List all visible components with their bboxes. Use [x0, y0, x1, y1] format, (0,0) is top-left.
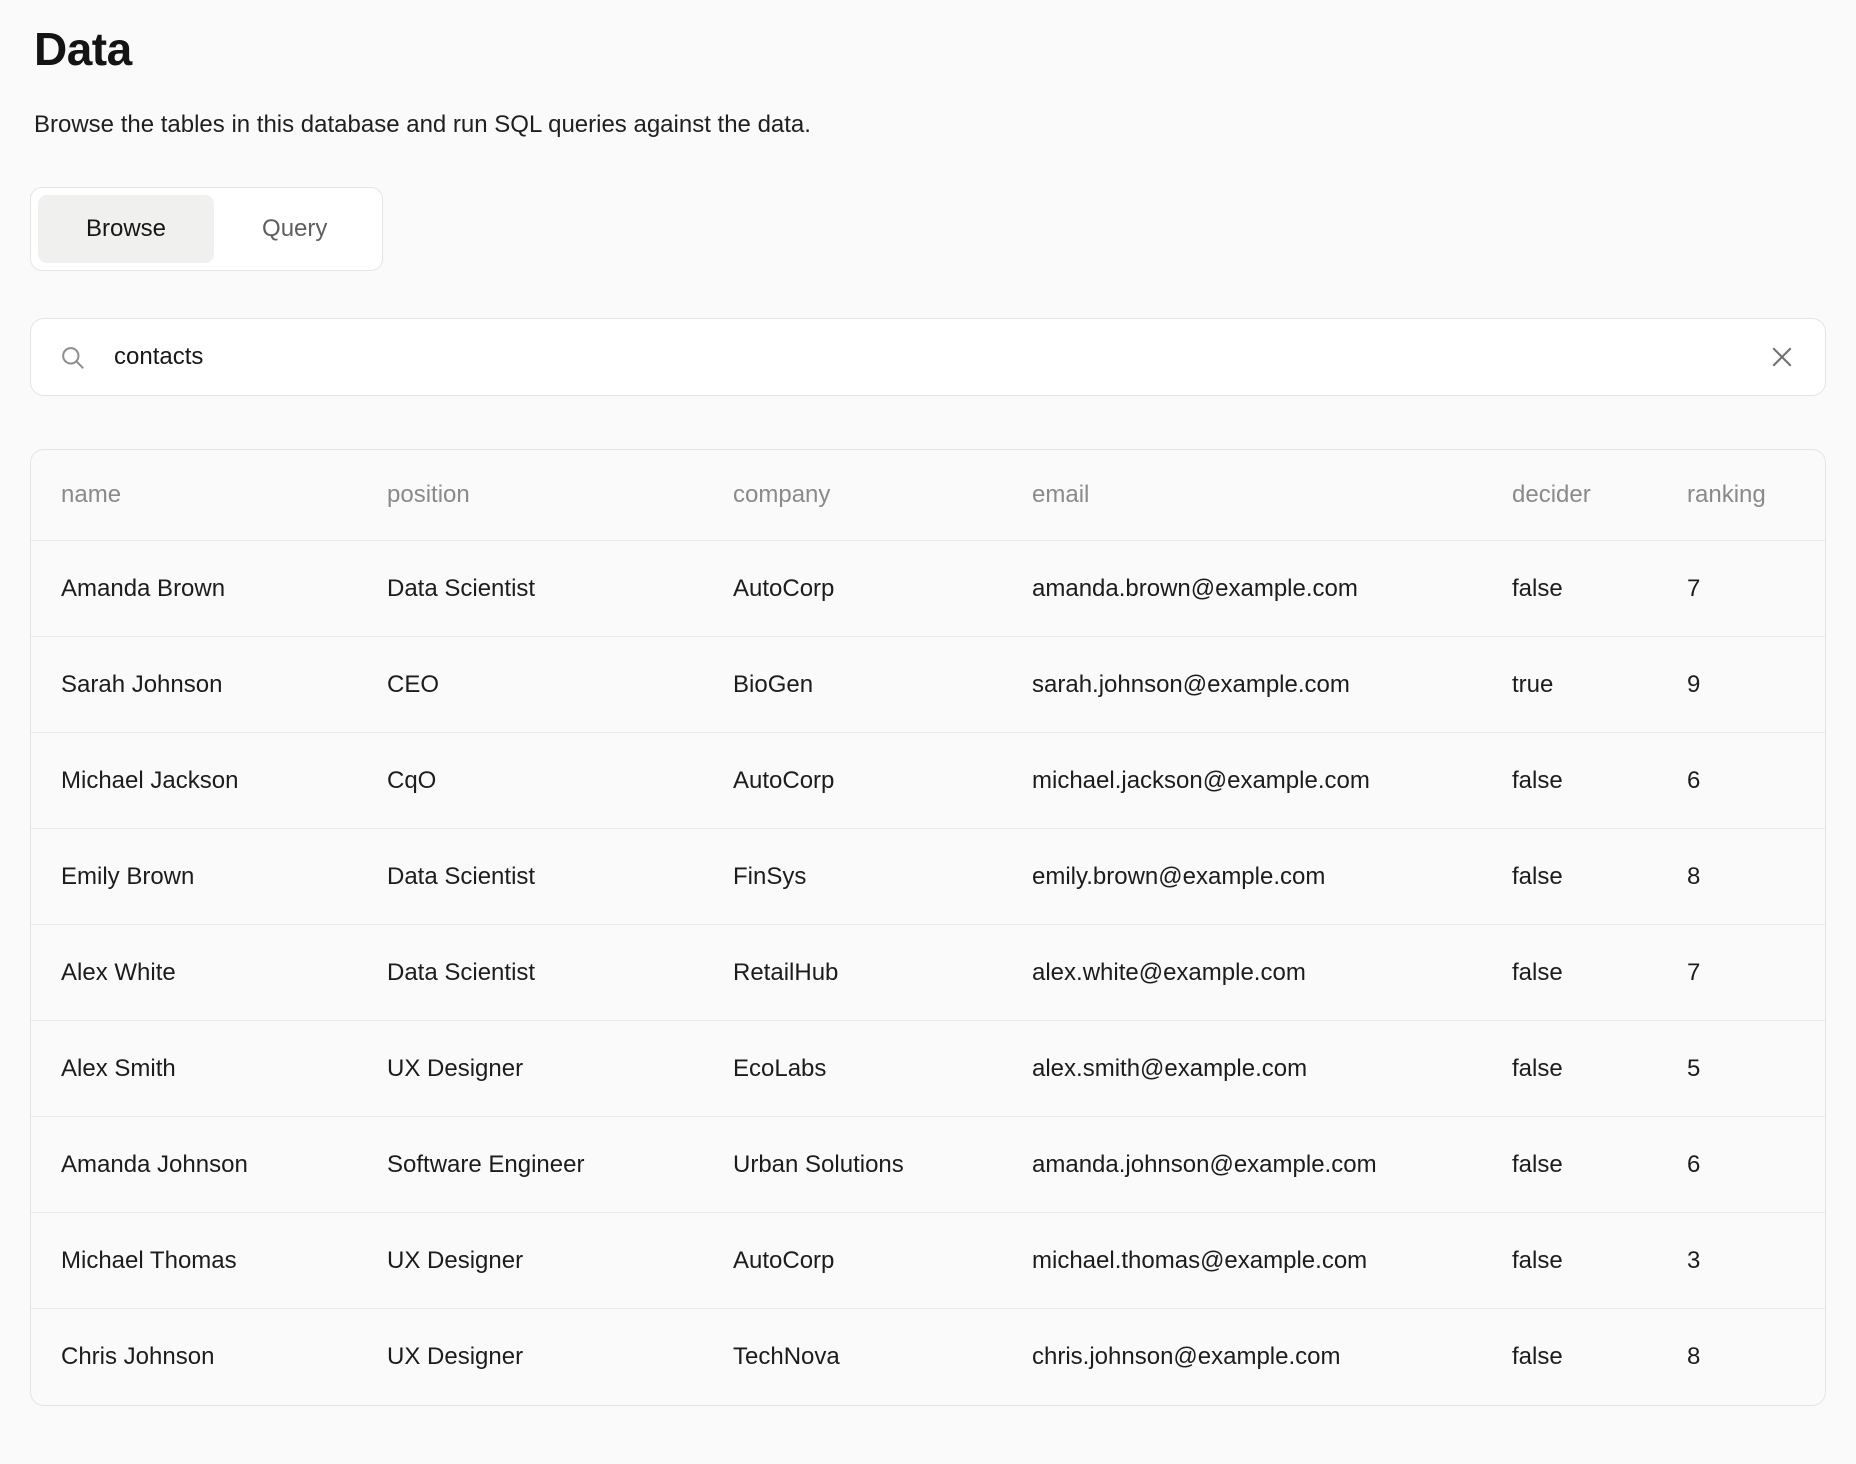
column-header-ranking: ranking — [1657, 450, 1825, 540]
table-cell-name: Amanda Brown — [31, 541, 357, 636]
table-row[interactable]: Amanda BrownData ScientistAutoCorpamanda… — [31, 541, 1825, 637]
table-row[interactable]: Michael ThomasUX DesignerAutoCorpmichael… — [31, 1213, 1825, 1309]
search-bar — [30, 318, 1826, 396]
table-cell-email: michael.jackson@example.com — [1002, 733, 1482, 828]
table-cell-name: Michael Thomas — [31, 1213, 357, 1308]
table-body: Amanda BrownData ScientistAutoCorpamanda… — [31, 541, 1825, 1405]
table-cell-ranking: 7 — [1657, 541, 1825, 636]
table-cell-position: Software Engineer — [357, 1117, 703, 1212]
table-row[interactable]: Alex WhiteData ScientistRetailHubalex.wh… — [31, 925, 1825, 1021]
view-mode-tabs: Browse Query — [30, 187, 383, 271]
table-cell-company: Urban Solutions — [703, 1117, 1002, 1212]
table-cell-name: Chris Johnson — [31, 1309, 357, 1405]
table-cell-ranking: 8 — [1657, 1309, 1825, 1405]
table-row[interactable]: Amanda JohnsonSoftware EngineerUrban Sol… — [31, 1117, 1825, 1213]
table-cell-ranking: 7 — [1657, 925, 1825, 1020]
table-cell-decider: false — [1482, 1213, 1657, 1308]
table-row[interactable]: Michael JacksonCqOAutoCorpmichael.jackso… — [31, 733, 1825, 829]
table-row[interactable]: Chris JohnsonUX DesignerTechNovachris.jo… — [31, 1309, 1825, 1405]
table-cell-position: CEO — [357, 637, 703, 732]
table-cell-company: AutoCorp — [703, 541, 1002, 636]
table-cell-ranking: 5 — [1657, 1021, 1825, 1116]
table-cell-decider: false — [1482, 733, 1657, 828]
table-cell-position: UX Designer — [357, 1021, 703, 1116]
search-input[interactable] — [112, 319, 1767, 395]
column-header-position: position — [357, 450, 703, 540]
table-row[interactable]: Emily BrownData ScientistFinSysemily.bro… — [31, 829, 1825, 925]
page-subtitle: Browse the tables in this database and r… — [34, 110, 1826, 139]
table-cell-company: TechNova — [703, 1309, 1002, 1405]
table-cell-email: michael.thomas@example.com — [1002, 1213, 1482, 1308]
table-cell-position: Data Scientist — [357, 541, 703, 636]
table-cell-email: chris.johnson@example.com — [1002, 1309, 1482, 1405]
results-table: namepositioncompanyemaildeciderranking A… — [30, 449, 1826, 1406]
table-cell-decider: false — [1482, 1117, 1657, 1212]
tab-query[interactable]: Query — [214, 195, 375, 263]
table-cell-company: EcoLabs — [703, 1021, 1002, 1116]
table-cell-decider: false — [1482, 1021, 1657, 1116]
table-cell-email: alex.white@example.com — [1002, 925, 1482, 1020]
table-cell-decider: false — [1482, 1309, 1657, 1405]
table-cell-name: Alex Smith — [31, 1021, 357, 1116]
table-cell-email: sarah.johnson@example.com — [1002, 637, 1482, 732]
table-cell-position: UX Designer — [357, 1309, 703, 1405]
table-cell-company: AutoCorp — [703, 733, 1002, 828]
table-cell-ranking: 3 — [1657, 1213, 1825, 1308]
table-cell-name: Sarah Johnson — [31, 637, 357, 732]
table-cell-company: FinSys — [703, 829, 1002, 924]
table-cell-ranking: 6 — [1657, 1117, 1825, 1212]
column-header-email: email — [1002, 450, 1482, 540]
table-header-row: namepositioncompanyemaildeciderranking — [31, 450, 1825, 541]
table-cell-email: amanda.brown@example.com — [1002, 541, 1482, 636]
table-row[interactable]: Alex SmithUX DesignerEcoLabsalex.smith@e… — [31, 1021, 1825, 1117]
table-cell-name: Michael Jackson — [31, 733, 357, 828]
table-cell-position: UX Designer — [357, 1213, 703, 1308]
table-cell-email: alex.smith@example.com — [1002, 1021, 1482, 1116]
table-cell-decider: false — [1482, 541, 1657, 636]
table-cell-email: emily.brown@example.com — [1002, 829, 1482, 924]
table-cell-position: CqO — [357, 733, 703, 828]
column-header-company: company — [703, 450, 1002, 540]
table-cell-position: Data Scientist — [357, 829, 703, 924]
table-cell-company: AutoCorp — [703, 1213, 1002, 1308]
table-cell-name: Alex White — [31, 925, 357, 1020]
search-icon — [59, 344, 86, 371]
table-cell-email: amanda.johnson@example.com — [1002, 1117, 1482, 1212]
page-title: Data — [34, 24, 1826, 74]
table-cell-ranking: 9 — [1657, 637, 1825, 732]
table-cell-name: Emily Brown — [31, 829, 357, 924]
column-header-decider: decider — [1482, 450, 1657, 540]
close-icon — [1767, 342, 1797, 372]
table-cell-name: Amanda Johnson — [31, 1117, 357, 1212]
table-cell-ranking: 8 — [1657, 829, 1825, 924]
table-cell-decider: false — [1482, 829, 1657, 924]
clear-search-button[interactable] — [1767, 342, 1797, 372]
table-cell-decider: false — [1482, 925, 1657, 1020]
table-cell-ranking: 6 — [1657, 733, 1825, 828]
table-cell-company: RetailHub — [703, 925, 1002, 1020]
table-row[interactable]: Sarah JohnsonCEOBioGensarah.johnson@exam… — [31, 637, 1825, 733]
table-cell-company: BioGen — [703, 637, 1002, 732]
table-cell-decider: true — [1482, 637, 1657, 732]
data-page: Data Browse the tables in this database … — [0, 24, 1856, 1406]
tab-browse[interactable]: Browse — [38, 195, 214, 263]
table-cell-position: Data Scientist — [357, 925, 703, 1020]
column-header-name: name — [31, 450, 357, 540]
